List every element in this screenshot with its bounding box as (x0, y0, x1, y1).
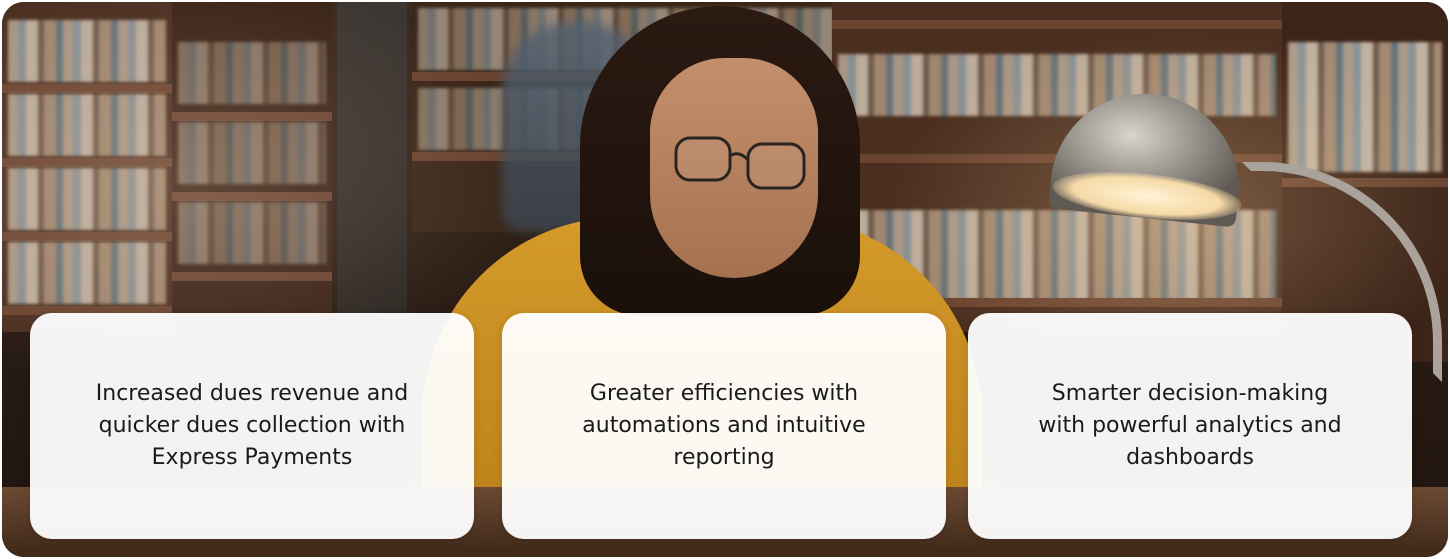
benefit-card-text: Smarter decision-making with powerful an… (1038, 381, 1342, 470)
benefit-card-text: Increased dues revenue and quicker dues … (95, 381, 409, 470)
benefit-card-text: Greater efficiencies with automations an… (582, 381, 866, 470)
benefit-card-dues-revenue: Increased dues revenue and quicker dues … (30, 313, 474, 539)
hero-banner: Increased dues revenue and quicker dues … (2, 2, 1448, 557)
benefit-cards: Increased dues revenue and quicker dues … (30, 313, 1414, 539)
benefit-card-analytics: Smarter decision-making with powerful an… (968, 313, 1412, 539)
glasses-icon (674, 136, 806, 190)
benefit-card-efficiencies: Greater efficiencies with automations an… (502, 313, 946, 539)
